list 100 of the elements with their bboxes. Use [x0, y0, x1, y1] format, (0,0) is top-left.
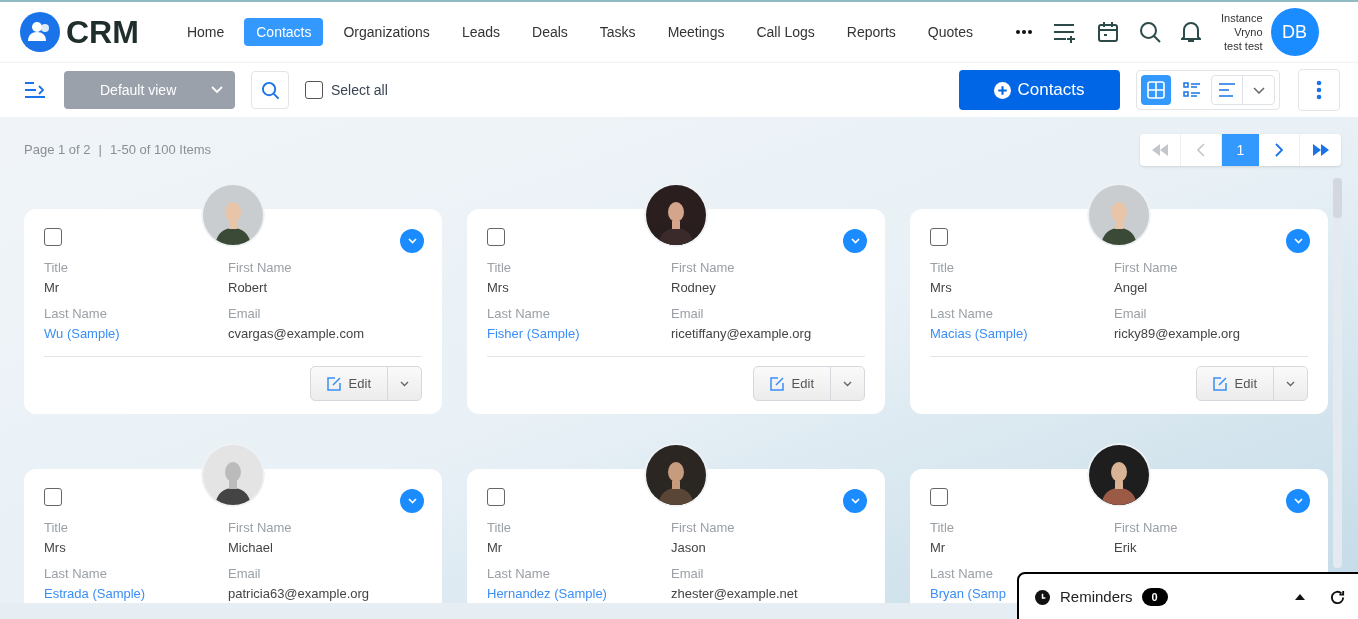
edit-icon: [1212, 376, 1227, 391]
expand-button[interactable]: [843, 229, 867, 253]
field-label: Title: [44, 519, 69, 537]
contact-name-link[interactable]: Bryan (Samp: [930, 584, 1006, 603]
contact-name-link[interactable]: Wu (Sample): [44, 324, 120, 344]
field-label: Title: [930, 259, 955, 277]
align-left-icon: [1218, 83, 1236, 97]
card-checkbox[interactable]: [487, 228, 505, 246]
caret-up-icon[interactable]: [1295, 594, 1305, 600]
item-range: 1-50 of 100 Items: [109, 141, 212, 160]
notification-bell-icon[interactable]: [1181, 21, 1201, 43]
sort-dropdown[interactable]: [1211, 75, 1275, 105]
chevron-left-icon: [1197, 143, 1205, 157]
field-label: First Name: [1114, 259, 1178, 277]
chevron-down-icon: [211, 86, 223, 94]
chevron-down-icon: [1293, 238, 1303, 244]
edit-icon: [769, 376, 784, 391]
chevron-down-icon: [850, 498, 860, 504]
field-label: Last Name: [487, 305, 550, 323]
expand-button[interactable]: [400, 489, 424, 513]
field-label: Last Name: [44, 305, 107, 323]
field-value: Mr: [930, 539, 946, 557]
search-icon: [260, 80, 280, 100]
field-label: Email: [1114, 305, 1147, 323]
field-label: Email: [671, 565, 704, 583]
card-checkbox[interactable]: [44, 488, 62, 506]
chevron-down-icon: [843, 380, 852, 387]
field-value: Angel: [1114, 279, 1148, 297]
edit-icon: [326, 376, 341, 391]
field-value: Mrs: [44, 539, 66, 557]
reminders-label: Reminders: [1060, 586, 1133, 607]
card-checkbox[interactable]: [487, 488, 505, 506]
select-all-checkbox[interactable]: [305, 81, 323, 99]
field-value: Mrs: [930, 279, 952, 297]
contact-name-link[interactable]: Macias (Sample): [930, 324, 1028, 344]
nav-tab[interactable]: Tasks: [587, 18, 648, 46]
nav-tab[interactable]: Deals: [520, 18, 580, 46]
logo-text: CRM: [66, 13, 139, 52]
double-right-icon: [1311, 144, 1330, 156]
card-checkbox[interactable]: [930, 228, 948, 246]
field-label: Email: [671, 305, 704, 323]
user-info-text: Instance: [1221, 11, 1263, 25]
view-dropdown-label: Default view: [100, 80, 178, 100]
field-value: Mrs: [487, 279, 509, 297]
expand-button[interactable]: [1286, 229, 1310, 253]
add-list-icon[interactable]: [1053, 21, 1077, 43]
nav-tab[interactable]: Meetings: [655, 18, 737, 46]
card-checkbox[interactable]: [930, 488, 948, 506]
field-label: Last Name: [930, 565, 993, 583]
field-label: First Name: [671, 519, 735, 537]
more-options-button[interactable]: [1298, 69, 1340, 111]
expand-button[interactable]: [843, 489, 867, 513]
contact-name-link[interactable]: Estrada (Sample): [44, 584, 146, 603]
scrollbar[interactable]: [1333, 178, 1342, 568]
nav-tab[interactable]: Home: [174, 18, 237, 46]
logo-icon: [20, 12, 60, 52]
nav-tab[interactable]: Reports: [834, 18, 908, 46]
user-avatar[interactable]: DB: [1270, 8, 1319, 56]
chevron-right-icon: [1275, 143, 1283, 157]
field-label: Title: [487, 519, 512, 537]
nav-tab[interactable]: Call Logs: [744, 18, 827, 46]
chevron-down-icon: [1286, 380, 1295, 387]
field-label: Title: [930, 519, 955, 537]
sidebar-toggle-icon[interactable]: [24, 81, 46, 99]
kebab-menu-icon: [1316, 80, 1322, 100]
nav-tab[interactable]: Leads: [449, 18, 513, 46]
search-button[interactable]: [251, 71, 289, 109]
expand-button[interactable]: [400, 229, 424, 253]
more-icon[interactable]: [1015, 29, 1033, 35]
add-contact-button[interactable]: Contacts: [959, 70, 1120, 110]
field-label: First Name: [228, 519, 292, 537]
nav-tab[interactable]: Organizations: [331, 18, 442, 46]
chevron-down-icon: [407, 238, 417, 244]
field-value: Erik: [1114, 539, 1137, 557]
calendar-icon[interactable]: [1097, 21, 1119, 43]
reminders-count: 0: [1141, 588, 1168, 606]
contact-name-link[interactable]: Fisher (Sample): [487, 324, 580, 344]
field-value: patricia63@example.org: [228, 585, 370, 603]
separator: |: [98, 141, 102, 160]
chevron-down-icon: [1293, 498, 1303, 504]
search-icon[interactable]: [1139, 21, 1161, 43]
field-value: ricetiffany@example.org: [671, 325, 812, 343]
field-value: ricky89@example.org: [1114, 325, 1240, 343]
field-label: Last Name: [487, 565, 550, 583]
chevron-down-icon: [1252, 86, 1265, 94]
contact-name-link[interactable]: Hernandez (Sample): [487, 584, 607, 603]
field-label: Title: [44, 259, 69, 277]
chevron-down-icon: [407, 498, 417, 504]
field-value: zhester@example.net: [671, 585, 798, 603]
field-label: First Name: [228, 259, 292, 277]
card-checkbox[interactable]: [44, 228, 62, 246]
nav-tab[interactable]: Quotes: [915, 18, 985, 46]
user-info-text: Vryno: [1234, 25, 1263, 39]
field-value: Michael: [228, 539, 273, 557]
grid-view-button[interactable]: [1141, 75, 1171, 105]
expand-button[interactable]: [1286, 489, 1310, 513]
field-value: cvargas@example.com: [228, 325, 365, 343]
field-value: Mr: [487, 539, 503, 557]
clock-icon: [1035, 589, 1050, 605]
refresh-icon[interactable]: [1329, 588, 1346, 606]
